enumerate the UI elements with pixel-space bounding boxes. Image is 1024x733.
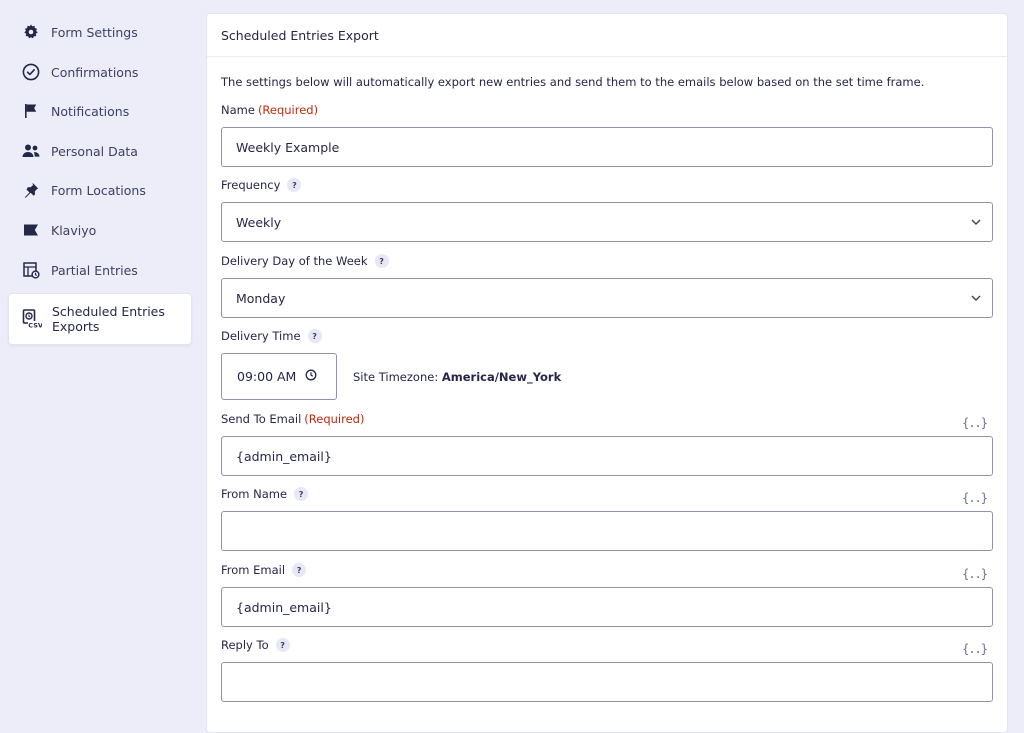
- from-email-label-text: From Email: [221, 563, 286, 577]
- name-input[interactable]: Weekly Example: [221, 127, 993, 167]
- timezone-label: Site Timezone:: [353, 370, 439, 384]
- frequency-label-text: Frequency: [221, 178, 281, 192]
- required-indicator: (Required): [304, 412, 365, 426]
- sidebar-item-personal-data[interactable]: Personal Data: [8, 141, 192, 161]
- klaviyo-flag-icon: [21, 220, 41, 240]
- sidebar-item-label: Form Locations: [51, 182, 146, 198]
- gear-icon: [21, 22, 41, 42]
- reply-to-label: Reply To ?: [221, 638, 290, 652]
- sidebar-item-label: Personal Data: [51, 143, 138, 159]
- delivery-day-help-icon[interactable]: ?: [374, 254, 389, 268]
- delivery-time-label: Delivery Time ?: [221, 329, 322, 343]
- sidebar-item-confirmations[interactable]: Confirmations: [8, 62, 192, 82]
- sidebar-item-label: Notifications: [51, 103, 130, 119]
- from-name-label: From Name ?: [221, 487, 309, 501]
- frequency-help-icon[interactable]: ?: [287, 178, 302, 192]
- csv-export-icon: CSV: [22, 309, 42, 329]
- name-label: Name (Required): [221, 103, 318, 117]
- site-timezone: Site Timezone: America/New_York: [353, 370, 561, 384]
- sidebar-item-form-settings[interactable]: Form Settings: [8, 22, 192, 42]
- name-label-text: Name: [221, 103, 255, 117]
- required-indicator: (Required): [257, 103, 319, 117]
- frequency-select-value: Weekly: [236, 214, 282, 230]
- sidebar-item-label: Form Settings: [51, 24, 138, 40]
- frequency-label: Frequency ?: [221, 178, 302, 192]
- send-to-email-label-text: Send To Email: [221, 412, 302, 426]
- from-email-label: From Email ?: [221, 563, 307, 577]
- panel-description: The settings below will automatically ex…: [221, 75, 925, 89]
- merge-tag-icon[interactable]: {..}: [962, 642, 988, 656]
- merge-tag-icon[interactable]: {..}: [962, 416, 988, 430]
- from-name-help-icon[interactable]: ?: [294, 487, 309, 501]
- merge-tag-icon[interactable]: {..}: [962, 567, 988, 581]
- send-to-email-value: {admin_email}: [236, 448, 332, 464]
- sidebar-item-label: Klaviyo: [51, 222, 97, 238]
- send-to-email-input[interactable]: {admin_email}: [221, 436, 993, 476]
- sidebar-item-label: Confirmations: [51, 64, 139, 80]
- from-name-input[interactable]: [221, 511, 993, 551]
- delivery-day-label: Delivery Day of the Week ?: [221, 254, 389, 268]
- delivery-day-select[interactable]: Monday: [221, 278, 993, 318]
- sidebar-item-label: Scheduled Entries Exports: [52, 304, 165, 334]
- settings-sidebar: Form Settings Confirmations Notification…: [0, 0, 200, 708]
- flag-icon: [21, 101, 41, 121]
- send-to-email-label: Send To Email (Required): [221, 412, 364, 426]
- svg-text:CSV: CSV: [28, 321, 42, 329]
- frequency-select[interactable]: Weekly: [221, 202, 993, 242]
- sidebar-item-scheduled-entries-exports[interactable]: CSV Scheduled Entries Exports: [8, 293, 192, 345]
- partial-entries-icon: [21, 260, 41, 280]
- reply-to-help-icon[interactable]: ?: [275, 638, 290, 652]
- sidebar-item-notifications[interactable]: Notifications: [8, 101, 192, 121]
- sidebar-item-partial-entries[interactable]: Partial Entries: [8, 260, 192, 280]
- pin-icon: [21, 180, 41, 200]
- from-email-input[interactable]: {admin_email}: [221, 587, 993, 627]
- users-icon: [21, 141, 41, 161]
- delivery-time-input[interactable]: 09:00 AM: [221, 353, 337, 400]
- timezone-value: America/New_York: [441, 370, 562, 384]
- from-email-help-icon[interactable]: ?: [292, 563, 307, 577]
- merge-tag-icon[interactable]: {..}: [962, 491, 988, 505]
- sidebar-item-form-locations[interactable]: Form Locations: [8, 180, 192, 200]
- clock-icon[interactable]: [305, 369, 317, 384]
- panel-title: Scheduled Entries Export: [207, 14, 1007, 57]
- from-email-value: {admin_email}: [236, 599, 332, 615]
- chevron-down-icon: [970, 292, 982, 307]
- delivery-time-help-icon[interactable]: ?: [307, 329, 322, 343]
- reply-to-input[interactable]: [221, 662, 993, 702]
- sidebar-item-klaviyo[interactable]: Klaviyo: [8, 220, 192, 240]
- delivery-day-label-text: Delivery Day of the Week: [221, 254, 368, 268]
- reply-to-label-text: Reply To: [221, 638, 269, 652]
- scheduled-export-panel: Scheduled Entries Export The settings be…: [206, 13, 1008, 733]
- chevron-down-icon: [970, 216, 982, 231]
- delivery-time-value: 09:00 AM: [237, 369, 297, 384]
- check-circle-icon: [21, 62, 41, 82]
- sidebar-item-label: Partial Entries: [51, 262, 138, 278]
- delivery-time-label-text: Delivery Time: [221, 329, 301, 343]
- name-input-value: Weekly Example: [236, 139, 340, 155]
- delivery-day-select-value: Monday: [236, 290, 286, 306]
- from-name-label-text: From Name: [221, 487, 288, 501]
